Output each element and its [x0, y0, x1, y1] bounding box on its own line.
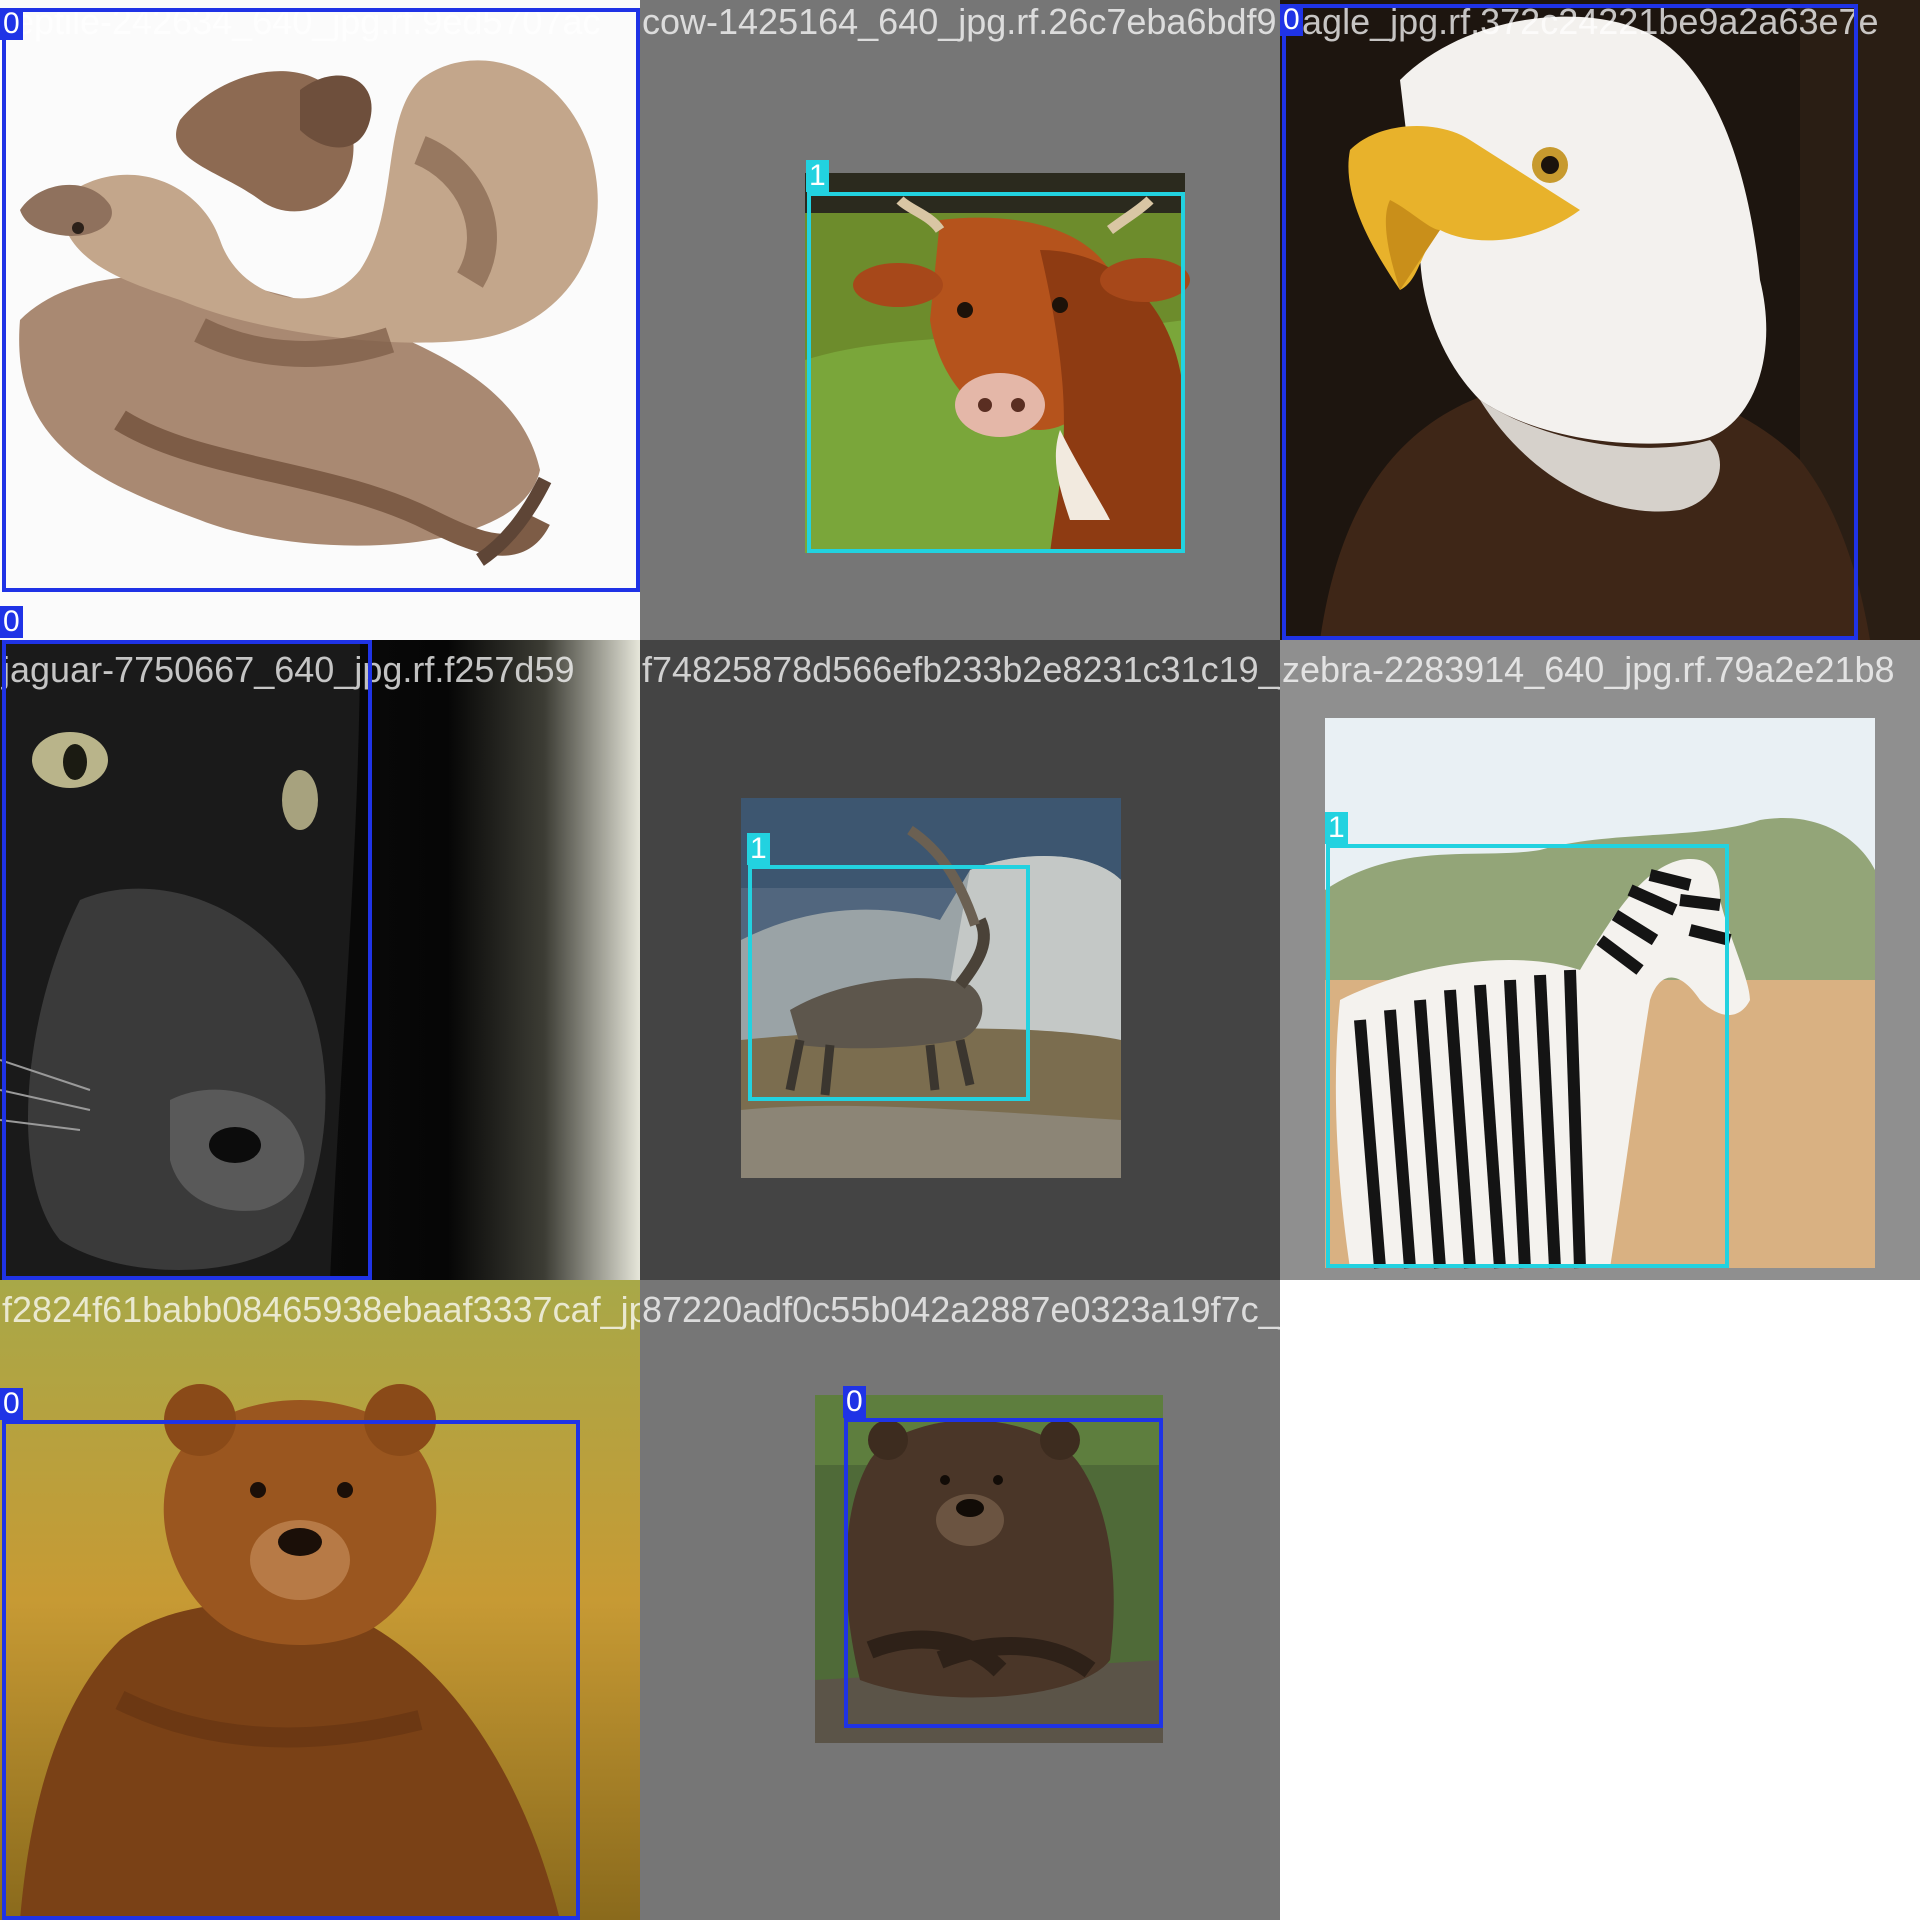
class-label: 1: [1325, 812, 1348, 844]
detection-box: [2, 8, 640, 592]
detection-box: [748, 865, 1030, 1101]
class-label: 1: [806, 160, 829, 192]
tile-snake: reptile-242634_640_jpg.rf.9ed5707ac 0: [0, 0, 640, 640]
tile-cow: cow-1425164_640_jpg.rf.26c7eba6bdf9 1: [640, 0, 1280, 640]
tile-bear-2: 87220adf0c55b042a2887e0323a19f7c_jpg.rf.…: [640, 1280, 1280, 1920]
detection-box: [807, 192, 1185, 553]
tile-bear-1: f2824f61babb08465938ebaaf3337caf_jpg.rf.…: [0, 1280, 640, 1920]
image-caption: f74825878d566efb233b2e8231c31c19_jpg.rf.: [642, 649, 1280, 690]
class-label: 0: [0, 8, 23, 40]
detection-box: [1326, 844, 1729, 1268]
image-caption: zebra-2283914_640_jpg.rf.79a2e21b8: [1282, 649, 1895, 690]
tile-jaguar: jaguar-7750667_640_jpg.rf.f257d59 0: [0, 640, 640, 1280]
image-caption: f2824f61babb08465938ebaaf3337caf_jpg.rf.: [2, 1289, 640, 1330]
class-label: 1: [747, 833, 770, 865]
image-caption: cow-1425164_640_jpg.rf.26c7eba6bdf9: [642, 1, 1277, 42]
tile-zebra: zebra-2283914_640_jpg.rf.79a2e21b8 1: [1280, 640, 1920, 1280]
class-label: 0: [0, 606, 23, 638]
detection-box: [2, 640, 372, 1280]
class-label: 0: [0, 1388, 23, 1420]
empty-cell: [1280, 1280, 1920, 1920]
tile-ibex: f74825878d566efb233b2e8231c31c19_jpg.rf.…: [640, 640, 1280, 1280]
class-label: 0: [843, 1386, 866, 1418]
tile-eagle: eagle_jpg.rf.372c24221be9a2a63e7e 0: [1280, 0, 1920, 640]
detection-box: [844, 1418, 1163, 1728]
detection-box: [2, 1420, 580, 1920]
class-label: 0: [1280, 4, 1303, 36]
image-caption: 87220adf0c55b042a2887e0323a19f7c_jpg.rf.: [642, 1289, 1280, 1330]
detection-box: [1282, 4, 1858, 640]
